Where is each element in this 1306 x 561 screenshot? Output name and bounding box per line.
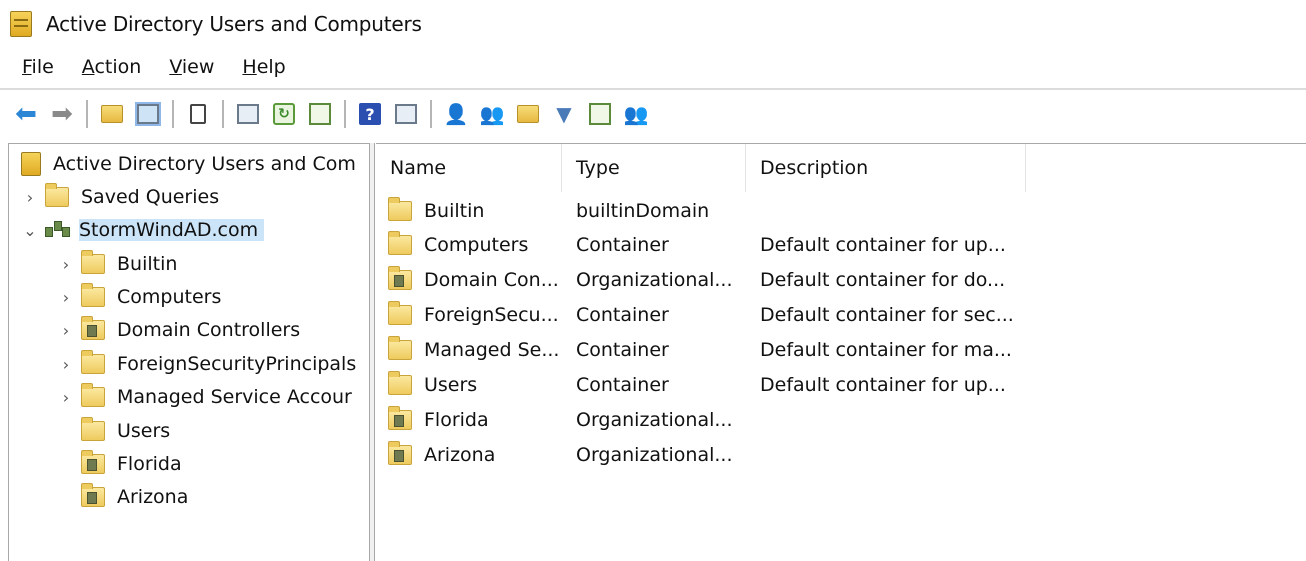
menu-separator [0, 88, 1306, 90]
folder-icon [388, 336, 412, 360]
export-list-icon[interactable] [306, 100, 334, 128]
toolbar: ⬅ ➡ ↻ ? 👤 👥 ▼ 👥 [12, 94, 658, 134]
up-folder-icon[interactable] [98, 100, 126, 128]
toolbar-separator [172, 100, 174, 128]
folder-icon [81, 417, 105, 441]
menu-help[interactable]: Help [242, 56, 285, 78]
folder-icon [81, 350, 105, 374]
folder-icon [81, 383, 105, 407]
folder-icon [388, 197, 412, 221]
chevron-right-icon[interactable]: › [21, 188, 39, 207]
folder-icon [388, 301, 412, 325]
forward-arrow-icon[interactable]: ➡ [48, 99, 76, 129]
tree-item-domain-controllers[interactable]: › Domain Controllers [57, 314, 300, 346]
list-item[interactable]: Builtin builtinDomain [376, 194, 1306, 228]
column-header-description[interactable]: Description [746, 144, 1026, 192]
chevron-right-icon[interactable]: › [57, 388, 75, 407]
menu-bar: File Action View Help [0, 50, 314, 84]
window-title: Active Directory Users and Computers [46, 12, 422, 36]
menu-action[interactable]: Action [82, 56, 142, 78]
menu-file[interactable]: File [22, 56, 54, 78]
ou-icon [388, 266, 412, 290]
tree-item-foreign-security-principals[interactable]: › ForeignSecurityPrincipals [57, 348, 356, 380]
chevron-right-icon[interactable]: › [57, 321, 75, 340]
folder-icon [388, 371, 412, 395]
menu-view[interactable]: View [169, 56, 214, 78]
tree-item-users[interactable]: Users [81, 415, 170, 447]
folder-icon [81, 283, 105, 307]
help-icon[interactable]: ? [356, 100, 384, 128]
ou-icon [81, 450, 105, 474]
list-item[interactable]: Domain Con... Organizational... Default … [376, 263, 1306, 297]
tree-item-florida[interactable]: Florida [81, 448, 182, 480]
chevron-right-icon[interactable]: › [57, 355, 75, 374]
show-hide-tree-icon[interactable] [134, 100, 162, 128]
column-header-type[interactable]: Type [562, 144, 746, 192]
chevron-down-icon[interactable]: ⌄ [21, 221, 39, 240]
find-icon[interactable] [586, 100, 614, 128]
tree-item-saved-queries[interactable]: › Saved Queries [21, 181, 219, 213]
list-item[interactable]: ForeignSecu... Container Default contain… [376, 298, 1306, 332]
chevron-right-icon[interactable]: › [57, 288, 75, 307]
list-pane[interactable]: Name Type Description Builtin builtinDom… [376, 143, 1306, 561]
toolbar-separator [86, 100, 88, 128]
tree-item-domain[interactable]: ⌄ StormWindAD.com [21, 214, 265, 246]
toolbar-separator [222, 100, 224, 128]
ad-users-computers-icon [21, 152, 41, 176]
ad-users-computers-icon [10, 11, 32, 37]
column-header-name[interactable]: Name [376, 144, 562, 192]
title-bar: Active Directory Users and Computers [0, 0, 1306, 48]
new-group-icon[interactable]: 👥 [478, 100, 506, 128]
tree-item-managed-service-accounts[interactable]: › Managed Service Accour [57, 381, 352, 413]
list-item[interactable]: Users Container Default container for up… [376, 368, 1306, 402]
properties-icon[interactable] [234, 100, 262, 128]
ou-icon [388, 441, 412, 465]
add-to-group-icon[interactable]: 👥 [622, 100, 650, 128]
tree-root[interactable]: Active Directory Users and Com [21, 148, 356, 180]
back-arrow-icon[interactable]: ⬅ [12, 99, 40, 129]
list-item[interactable]: Computers Container Default container fo… [376, 228, 1306, 262]
new-user-icon[interactable]: 👤 [442, 100, 470, 128]
tree-item-arizona[interactable]: Arizona [81, 481, 188, 513]
filter-icon[interactable]: ▼ [550, 100, 578, 128]
tree-pane[interactable]: Active Directory Users and Com › Saved Q… [8, 143, 370, 561]
pane-splitter[interactable] [370, 143, 375, 561]
list-item[interactable]: Florida Organizational... [376, 403, 1306, 437]
toolbar-separator [430, 100, 432, 128]
list-item[interactable]: Arizona Organizational... [376, 438, 1306, 472]
tree-item-computers[interactable]: › Computers [57, 281, 221, 313]
refresh-icon[interactable]: ↻ [270, 100, 298, 128]
ou-icon [81, 483, 105, 507]
chevron-right-icon[interactable]: › [57, 255, 75, 274]
folder-icon [388, 231, 412, 255]
new-ou-icon[interactable] [514, 100, 542, 128]
ou-icon [81, 316, 105, 340]
domain-icon [45, 219, 71, 241]
clipboard-icon[interactable] [184, 100, 212, 128]
tree-item-builtin[interactable]: › Builtin [57, 248, 177, 280]
toolbar-separator [344, 100, 346, 128]
folder-icon [45, 183, 69, 207]
ou-icon [388, 406, 412, 430]
folder-icon [81, 250, 105, 274]
show-pane-icon[interactable] [392, 100, 420, 128]
list-item[interactable]: Managed Se... Container Default containe… [376, 333, 1306, 367]
